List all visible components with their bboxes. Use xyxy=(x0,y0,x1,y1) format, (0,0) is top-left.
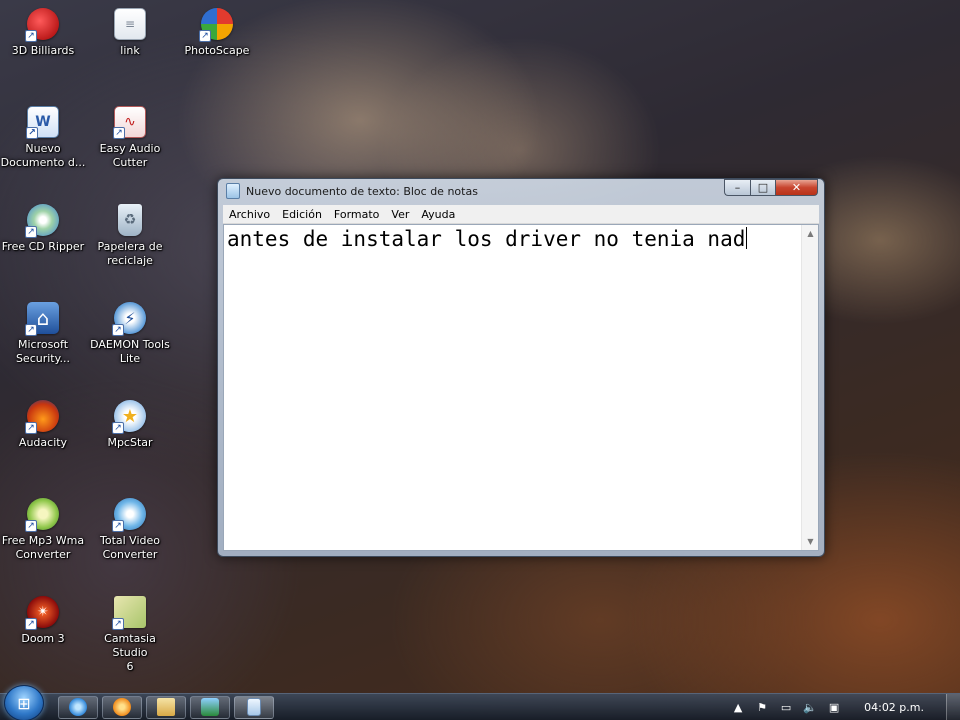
desktop-icon-label: Doom 3 xyxy=(21,632,65,645)
notepad-window[interactable]: Nuevo documento de texto: Bloc de notas … xyxy=(217,178,825,557)
taskbar-internet-explorer[interactable] xyxy=(58,695,98,719)
desktop-icon-label: Easy Audio Cutter xyxy=(99,142,161,169)
window-controls: – □ ✕ xyxy=(724,179,818,196)
camtasia-icon: ↗ xyxy=(112,596,146,630)
desktop-icon-mpcstar[interactable]: ★ ↗ MpcStar xyxy=(87,400,173,450)
desktop-icon-papelera-de-reciclaje[interactable]: ♻ Papelera de reciclaje xyxy=(87,204,173,268)
desktop-icon-photoscape[interactable]: ↗ PhotoScape xyxy=(174,8,260,58)
volume-icon[interactable]: 🔈 xyxy=(802,701,818,715)
desktop-icon-label: Free CD Ripper xyxy=(1,240,85,253)
audio-cutter-icon: ∿ ↗ xyxy=(113,106,146,139)
mpcstar-icon: ★ ↗ xyxy=(112,400,146,434)
billiard-ball-icon: ↗ xyxy=(25,8,59,42)
desktop-icon-label: Microsoft Security... xyxy=(15,338,71,365)
desktop-icon-nuevo-documento[interactable]: W ↗ Nuevo Documento d... xyxy=(0,106,86,170)
menu-ayuda[interactable]: Ayuda xyxy=(415,205,461,224)
window-title: Nuevo documento de texto: Bloc de notas xyxy=(246,184,478,198)
taskbar-photo-app[interactable] xyxy=(190,695,230,719)
scroll-down-icon[interactable]: ▼ xyxy=(802,533,819,550)
notepad-icon xyxy=(226,183,240,199)
file-explorer-icon xyxy=(157,698,175,716)
mp3-converter-icon: ↗ xyxy=(25,498,59,532)
text-editor[interactable]: antes de instalar los driver no tenia na… xyxy=(223,224,819,551)
internet-explorer-icon xyxy=(69,698,87,716)
maximize-button[interactable]: □ xyxy=(750,179,775,196)
menu-bar: Archivo Edición Formato Ver Ayuda xyxy=(223,205,819,224)
word-document-icon: W ↗ xyxy=(26,106,59,139)
show-hidden-icons-icon[interactable]: ▲ xyxy=(730,701,746,715)
desktop-icon-label: Nuevo Documento d... xyxy=(0,142,86,169)
action-center-flag-icon[interactable]: ⚑ xyxy=(754,701,770,715)
audacity-icon: ↗ xyxy=(25,400,59,434)
daemon-tools-icon: ⚡ ↗ xyxy=(112,302,146,336)
desktop-icon-easy-audio-cutter[interactable]: ∿ ↗ Easy Audio Cutter xyxy=(87,106,173,170)
title-bar[interactable]: Nuevo documento de texto: Bloc de notas … xyxy=(218,179,824,203)
desktop-icon-total-video-converter[interactable]: ↗ Total Video Converter xyxy=(87,498,173,562)
menu-ver[interactable]: Ver xyxy=(385,205,415,224)
desktop-icon-label: Free Mp3 Wma Converter xyxy=(1,534,85,561)
desktop-icon-daemon-tools-lite[interactable]: ⚡ ↗ DAEMON Tools Lite xyxy=(87,302,173,366)
taskbar-file-explorer[interactable] xyxy=(146,695,186,719)
network-icon[interactable]: ▭ xyxy=(778,701,794,715)
minimize-button[interactable]: – xyxy=(724,179,750,196)
desktop-icon-doom-3[interactable]: ✴ ↗ Doom 3 xyxy=(0,596,86,646)
taskbar-media-player[interactable] xyxy=(102,695,142,719)
text-file-icon: ≡ xyxy=(114,8,146,40)
photoscape-icon: ↗ xyxy=(199,8,233,42)
desktop-icon-label: PhotoScape xyxy=(184,44,250,57)
cd-ripper-icon: ↗ xyxy=(25,204,59,238)
desktop-icon-free-cd-ripper[interactable]: ↗ Free CD Ripper xyxy=(0,204,86,254)
desktop-icon-label: MpcStar xyxy=(107,436,153,449)
desktop-icon-label: link xyxy=(120,44,140,57)
desktop-icon-camtasia-studio[interactable]: ↗ Camtasia Studio 6 xyxy=(87,596,173,674)
desktop-icon-label: Total Video Converter xyxy=(99,534,160,561)
photo-app-icon xyxy=(201,698,219,716)
desktop-icon-free-mp3-wma-converter[interactable]: ↗ Free Mp3 Wma Converter xyxy=(0,498,86,562)
text-caret xyxy=(746,227,748,249)
media-player-icon xyxy=(113,698,131,716)
desktop-icon-label: Camtasia Studio 6 xyxy=(104,632,156,673)
desktop-icon-3d-billiards[interactable]: ↗ 3D Billiards xyxy=(0,8,86,58)
desktop-icon-label: Audacity xyxy=(18,436,68,449)
desktop-icon-label: Papelera de reciclaje xyxy=(97,240,163,267)
menu-formato[interactable]: Formato xyxy=(328,205,386,224)
windows-start-icon[interactable]: ⊞ xyxy=(4,685,44,720)
menu-edicion[interactable]: Edición xyxy=(276,205,328,224)
menu-archivo[interactable]: Archivo xyxy=(223,205,276,224)
doom-icon: ✴ ↗ xyxy=(25,596,59,630)
desktop-icon-label: DAEMON Tools Lite xyxy=(90,338,170,365)
show-desktop-button[interactable] xyxy=(946,694,960,720)
close-button[interactable]: ✕ xyxy=(775,179,818,196)
desktop-icon-microsoft-security[interactable]: ⌂ ↗ Microsoft Security... xyxy=(0,302,86,366)
scroll-up-icon[interactable]: ▲ xyxy=(802,225,819,242)
desktop-icon-audacity[interactable]: ↗ Audacity xyxy=(0,400,86,450)
taskbar-clock[interactable]: 04:02 p.m. xyxy=(864,701,924,714)
taskbar: ⊞ ▲ ⚑ ▭ 🔈 ▣ 04:02 p.m. xyxy=(0,685,960,720)
editor-text: antes de instalar los driver no tenia na… xyxy=(227,227,746,251)
security-essentials-icon: ⌂ ↗ xyxy=(25,302,59,336)
desktop-icon-label: 3D Billiards xyxy=(11,44,75,57)
taskbar-notepad[interactable] xyxy=(234,695,274,719)
notepad-icon xyxy=(247,698,261,716)
video-converter-icon: ↗ xyxy=(112,498,146,532)
editor-content[interactable]: antes de instalar los driver no tenia na… xyxy=(226,226,799,550)
vertical-scrollbar[interactable]: ▲ ▼ xyxy=(801,225,818,550)
desktop-icon-link[interactable]: ≡ link xyxy=(87,8,173,58)
monitor-icon[interactable]: ▣ xyxy=(826,701,842,715)
system-tray: ▲ ⚑ ▭ 🔈 ▣ 04:02 p.m. xyxy=(730,694,960,720)
recycle-bin-icon: ♻ xyxy=(118,204,142,236)
